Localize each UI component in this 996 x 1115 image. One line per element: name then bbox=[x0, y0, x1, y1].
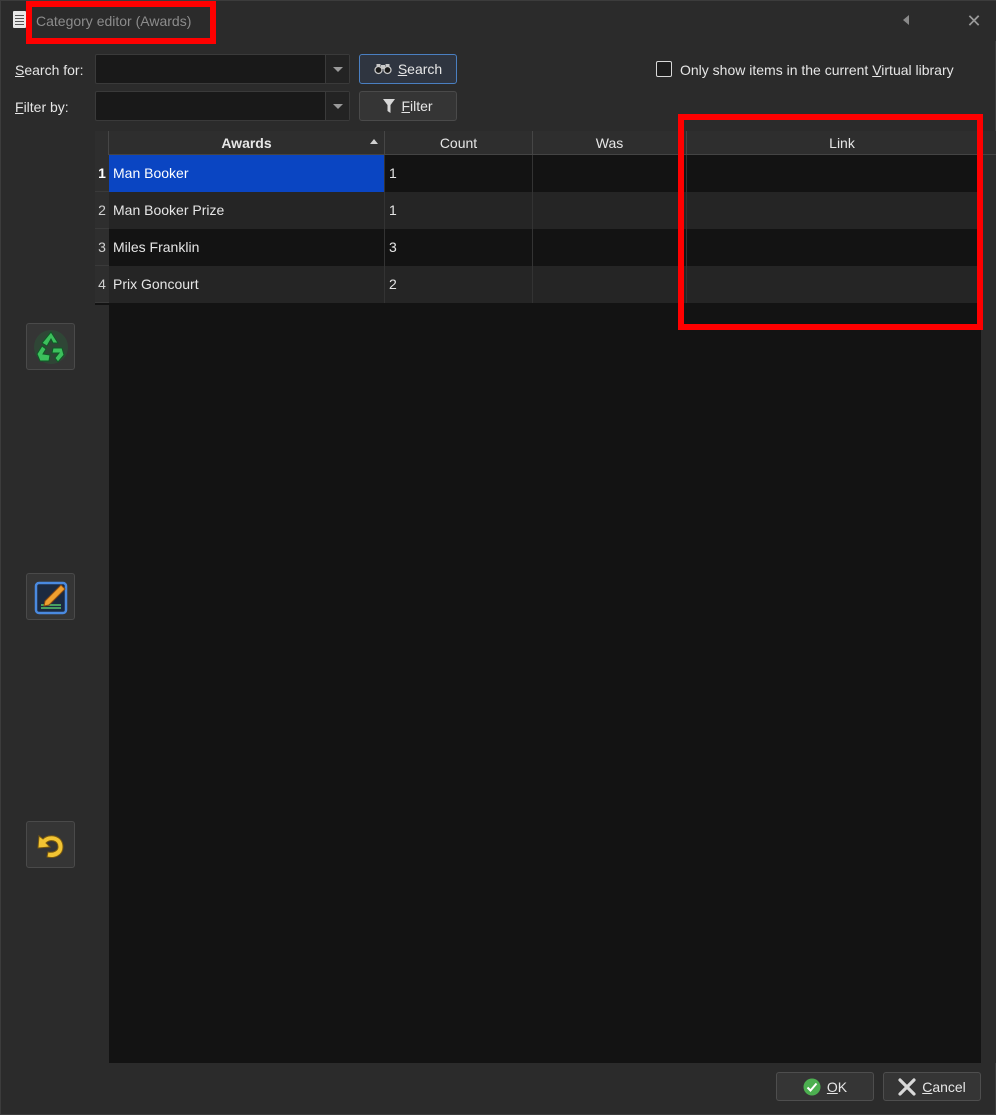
cell-awards[interactable]: Man Booker Prize bbox=[109, 192, 385, 229]
filter-label-mnemonic: F bbox=[15, 99, 24, 115]
funnel-icon bbox=[383, 99, 396, 113]
column-header-awards-label: Awards bbox=[221, 135, 272, 151]
table-scroll-area[interactable] bbox=[981, 155, 996, 1063]
search-label-text: earch for: bbox=[24, 62, 84, 78]
cell-count[interactable]: 3 bbox=[385, 229, 533, 266]
cell-count[interactable]: 2 bbox=[385, 266, 533, 303]
filter-button[interactable]: Filter bbox=[359, 91, 457, 121]
table-empty-area[interactable] bbox=[109, 305, 981, 1063]
cell-was[interactable] bbox=[533, 229, 687, 266]
edit-pencil-icon bbox=[34, 581, 67, 614]
table-corner[interactable] bbox=[95, 131, 109, 155]
cancel-x-icon bbox=[898, 1077, 916, 1096]
checkmark-icon bbox=[803, 1078, 821, 1095]
virtual-library-checkbox[interactable] bbox=[656, 61, 672, 77]
search-combobox[interactable] bbox=[95, 54, 350, 84]
column-header-was[interactable]: Was bbox=[533, 131, 687, 155]
link-column-highlight-box bbox=[678, 114, 983, 330]
close-button[interactable]: ✕ bbox=[962, 9, 986, 33]
virtual-library-label[interactable]: Only show items in the current Virtual l… bbox=[680, 62, 954, 78]
column-header-awards[interactable]: Awards bbox=[109, 131, 385, 155]
title-highlight-box bbox=[26, 1, 216, 44]
cell-awards[interactable]: Man Booker bbox=[109, 155, 385, 192]
filter-input[interactable] bbox=[96, 92, 349, 120]
cell-was[interactable] bbox=[533, 155, 687, 192]
cell-was[interactable] bbox=[533, 192, 687, 229]
filter-dropdown-button[interactable] bbox=[325, 92, 349, 120]
rename-button[interactable] bbox=[26, 573, 75, 620]
filter-label-text: ilter by: bbox=[23, 99, 69, 115]
search-dropdown-button[interactable] bbox=[325, 55, 349, 83]
recycle-icon bbox=[33, 329, 68, 364]
cancel-button[interactable]: Cancel bbox=[883, 1072, 981, 1101]
cell-awards[interactable]: Miles Franklin bbox=[109, 229, 385, 266]
cell-was[interactable] bbox=[533, 266, 687, 303]
collapse-arrow-icon[interactable] bbox=[903, 15, 909, 25]
undo-button[interactable] bbox=[26, 821, 75, 868]
ok-label: OK bbox=[826, 1078, 848, 1095]
cell-awards[interactable]: Prix Goncourt bbox=[109, 266, 385, 303]
filter-label: Filter by: bbox=[15, 99, 69, 115]
search-label-mnemonic: S bbox=[15, 62, 25, 78]
document-icon bbox=[13, 11, 26, 28]
sort-ascending-icon bbox=[370, 139, 378, 144]
row-number[interactable]: 2 bbox=[95, 192, 109, 229]
filter-combobox[interactable] bbox=[95, 91, 350, 121]
search-label: Search for: bbox=[15, 62, 83, 78]
search-button-label: Search bbox=[397, 61, 443, 77]
row-number[interactable]: 3 bbox=[95, 229, 109, 266]
row-number[interactable]: 4 bbox=[95, 266, 109, 303]
column-header-count[interactable]: Count bbox=[385, 131, 533, 155]
delete-button[interactable] bbox=[26, 323, 75, 370]
binoculars-icon bbox=[374, 64, 392, 75]
cancel-label: Cancel bbox=[922, 1078, 966, 1095]
filter-button-label: Filter bbox=[401, 98, 433, 114]
category-editor-window: Category editor (Awards) ✕ Search for: S… bbox=[0, 0, 996, 1115]
cell-count[interactable]: 1 bbox=[385, 192, 533, 229]
search-button[interactable]: Search bbox=[359, 54, 457, 84]
ok-button[interactable]: OK bbox=[776, 1072, 874, 1101]
row-number[interactable]: 1 bbox=[95, 155, 109, 192]
row-header-area bbox=[95, 305, 109, 1063]
undo-icon bbox=[36, 834, 64, 858]
cell-count[interactable]: 1 bbox=[385, 155, 533, 192]
search-input[interactable] bbox=[96, 55, 349, 83]
title-bar: Category editor (Awards) ✕ bbox=[1, 1, 996, 44]
